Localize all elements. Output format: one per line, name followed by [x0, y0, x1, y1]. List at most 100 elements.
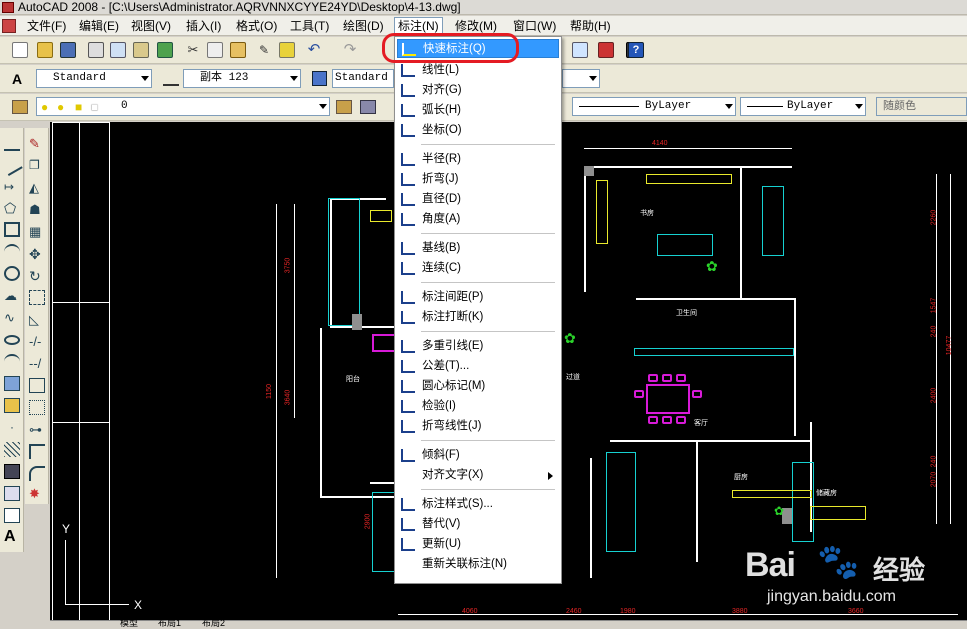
menu-item-angular[interactable]: 角度(A): [397, 210, 559, 229]
layer-combo[interactable]: ● ● ■ ■ 0: [36, 97, 330, 116]
move-icon[interactable]: ✥: [29, 246, 45, 262]
make-current-icon[interactable]: [336, 100, 352, 114]
menu-help[interactable]: 帮助(H): [567, 18, 614, 34]
tab-layout1[interactable]: 布局1: [158, 619, 181, 628]
array-icon[interactable]: ▦: [29, 224, 45, 239]
redo-icon[interactable]: ↷: [342, 42, 358, 58]
cut-icon[interactable]: ✂: [185, 42, 201, 58]
ellipse-icon[interactable]: [4, 335, 20, 345]
explode-icon[interactable]: ✸: [29, 486, 45, 501]
menu-item-radius[interactable]: 半径(R): [397, 150, 559, 169]
line-icon[interactable]: [4, 136, 20, 151]
save-icon[interactable]: [60, 42, 76, 58]
tab-model[interactable]: 模型: [120, 619, 138, 628]
offset-icon[interactable]: ☗: [29, 202, 45, 217]
trim-icon[interactable]: -/-: [29, 334, 45, 349]
menu-item-aligned-dimension[interactable]: 对齐(G): [397, 81, 559, 100]
plot-style-combo[interactable]: 随颜色: [876, 97, 967, 116]
menu-file[interactable]: 文件(F): [24, 18, 69, 34]
menu-format[interactable]: 格式(O): [233, 18, 280, 34]
linetype-combo[interactable]: ByLayer: [572, 97, 736, 116]
extend-icon[interactable]: --/: [29, 356, 45, 371]
plot-preview-icon[interactable]: [110, 42, 126, 58]
menu-item-baseline[interactable]: 基线(B): [397, 239, 559, 258]
menu-item-dim-break[interactable]: 标注打断(K): [397, 308, 559, 327]
mirror-icon[interactable]: ◭: [29, 180, 45, 195]
circle-icon[interactable]: [4, 266, 20, 281]
menu-item-jogged[interactable]: 折弯(J): [397, 170, 559, 189]
make-block-icon[interactable]: [4, 398, 20, 413]
3d-dwf-icon[interactable]: [157, 42, 173, 58]
spline-icon[interactable]: ∿: [4, 310, 20, 325]
text-style-icon[interactable]: A: [12, 71, 22, 87]
menu-item-arc-length[interactable]: 弧长(H): [397, 101, 559, 120]
stretch-icon[interactable]: ◺: [29, 312, 45, 327]
menu-window[interactable]: 窗口(W): [510, 18, 559, 34]
polygon-icon[interactable]: ⬠: [4, 200, 20, 216]
join-icon[interactable]: ⊶: [29, 422, 45, 437]
dim-style-combo[interactable]: 副本 123: [183, 69, 301, 88]
menu-item-multileader[interactable]: 多重引线(E): [397, 337, 559, 356]
block-editor-icon[interactable]: [279, 42, 295, 58]
paste-icon[interactable]: [230, 42, 246, 58]
menu-item-inspection[interactable]: 检验(I): [397, 397, 559, 416]
scale-icon[interactable]: [29, 290, 45, 305]
menu-item-center-mark[interactable]: 圆心标记(M): [397, 377, 559, 396]
menu-item-dim-space[interactable]: 标注间距(P): [397, 288, 559, 307]
multiline-text-icon[interactable]: A: [4, 528, 20, 545]
table-style-combo[interactable]: Standard: [332, 69, 394, 88]
menu-item-diameter[interactable]: 直径(D): [397, 190, 559, 209]
menu-draw[interactable]: 绘图(D): [340, 18, 387, 34]
polyline-icon[interactable]: ↦: [4, 180, 20, 195]
markup-icon[interactable]: [598, 42, 614, 58]
menu-modify[interactable]: 修改(M): [452, 18, 500, 34]
menu-insert[interactable]: 插入(I): [183, 18, 224, 34]
menu-item-item-23[interactable]: 重新关联标注(N): [397, 555, 559, 574]
document-icon[interactable]: [2, 19, 16, 33]
gradient-icon[interactable]: [4, 464, 20, 479]
menu-item-jogged-linear[interactable]: 折弯线性(J): [397, 417, 559, 436]
revision-cloud-icon[interactable]: ☁: [4, 288, 20, 303]
menu-item-tolerance[interactable]: 公差(T)...: [397, 357, 559, 376]
copy-icon[interactable]: [207, 42, 223, 58]
menu-view[interactable]: 视图(V): [128, 18, 174, 34]
arc-icon[interactable]: [4, 244, 20, 259]
menu-item-oblique[interactable]: 倾斜(F): [397, 446, 559, 465]
copy-object-icon[interactable]: ❐: [29, 158, 45, 173]
menu-item-ordinate[interactable]: 坐标(O): [397, 121, 559, 140]
sheet-set-icon[interactable]: [572, 42, 588, 58]
menu-edit[interactable]: 编辑(E): [76, 18, 122, 34]
help-icon[interactable]: ?: [628, 42, 644, 58]
hatch-icon[interactable]: [4, 442, 20, 457]
chamfer-icon[interactable]: [29, 444, 45, 459]
layer-previous-icon[interactable]: [360, 100, 376, 114]
open-icon[interactable]: [37, 42, 53, 58]
menu-item-item-19[interactable]: 对齐文字(X): [397, 466, 559, 485]
erase-icon[interactable]: ✎: [29, 136, 45, 151]
fillet-icon[interactable]: [29, 466, 45, 481]
table-icon[interactable]: [4, 508, 20, 523]
menu-item-override[interactable]: 替代(V): [397, 515, 559, 534]
rotate-icon[interactable]: ↻: [29, 268, 45, 284]
ellipse-arc-icon[interactable]: [4, 354, 20, 369]
dim-style-icon[interactable]: [163, 72, 179, 86]
tab-layout2[interactable]: 布局2: [202, 619, 225, 628]
menu-item-update[interactable]: 更新(U): [397, 535, 559, 554]
layer-manager-icon[interactable]: [12, 100, 28, 114]
undo-icon[interactable]: ↶: [306, 42, 322, 58]
menu-item-linear-dimension[interactable]: 线性(L): [397, 61, 559, 80]
plot-icon[interactable]: [88, 42, 104, 58]
break-at-point-icon[interactable]: [29, 378, 45, 393]
lineweight-combo[interactable]: ByLayer: [740, 97, 866, 116]
text-style-combo[interactable]: Standard: [36, 69, 152, 88]
menu-item-dim-style[interactable]: 标注样式(S)...: [397, 495, 559, 514]
rectangle-icon[interactable]: [4, 222, 20, 237]
table-style-icon[interactable]: [312, 71, 327, 86]
publish-icon[interactable]: [133, 42, 149, 58]
construction-line-icon[interactable]: [1, 155, 23, 176]
mleader-style-combo[interactable]: [562, 69, 600, 88]
new-icon[interactable]: [12, 42, 28, 58]
break-icon[interactable]: [29, 400, 45, 415]
menu-item-continue[interactable]: 连续(C): [397, 259, 559, 278]
menu-tools[interactable]: 工具(T): [287, 18, 332, 34]
